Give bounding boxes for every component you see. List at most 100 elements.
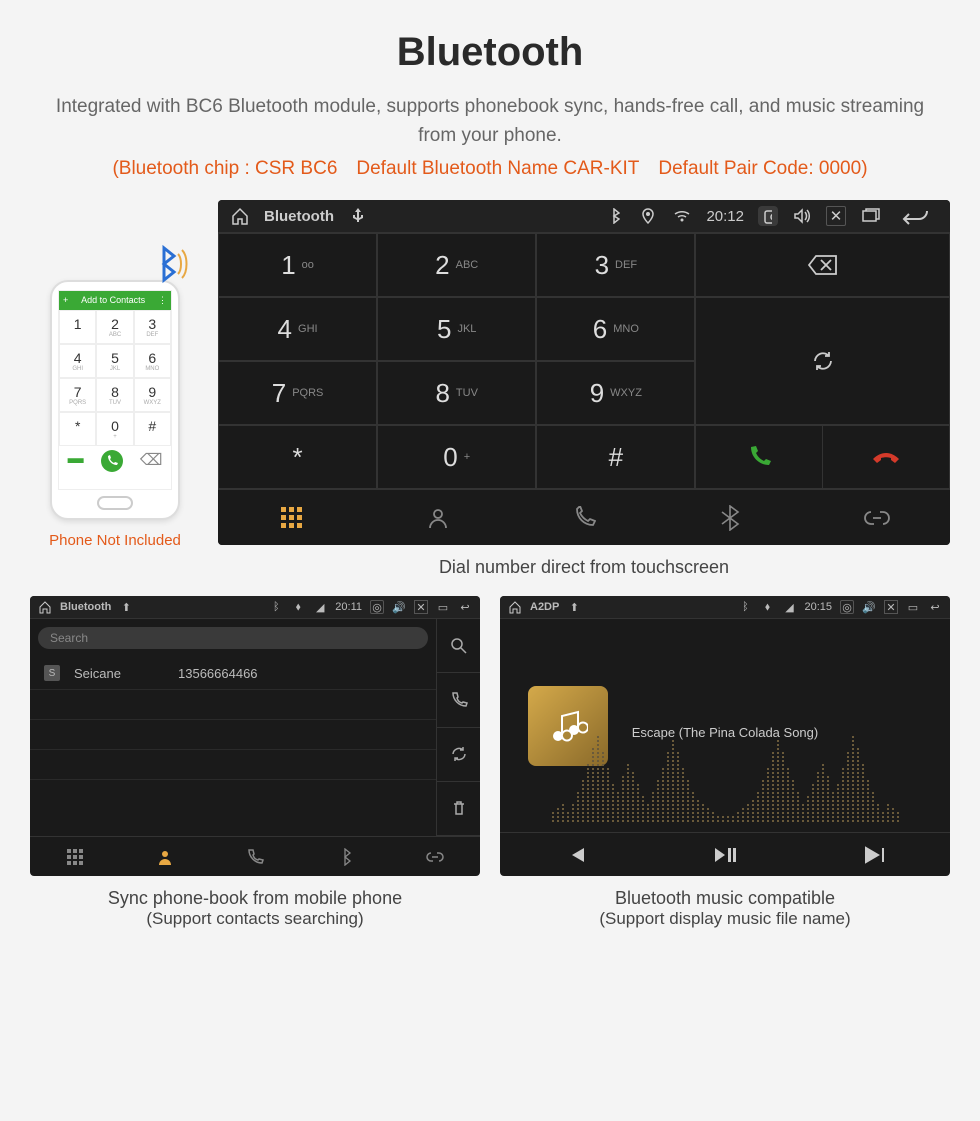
back-icon[interactable]: ↩ [458,600,472,614]
phonebook-statusbar: Bluetooth ⬆ ᛒ ⬧ ◢ 20:11 ◎ 🔊 ✕ ▭ ↩ [30,596,480,619]
dial-key-9[interactable]: 9WXYZ [536,361,695,425]
empty-row [30,750,436,780]
phone-key: 5JKL [96,344,133,378]
close-app-icon[interactable]: ✕ [414,600,428,614]
dial-key-3[interactable]: 3DEF [536,233,695,297]
recent-apps-icon[interactable]: ▭ [906,600,920,614]
phone-key: 6MNO [134,344,171,378]
phone-key: 3DEF [134,310,171,344]
phone-icon [246,848,264,866]
dial-key-8[interactable]: 8TUV [377,361,536,425]
link-icon [425,850,445,864]
recent-apps-icon[interactable]: ▭ [436,600,450,614]
screenshot-icon[interactable] [758,206,778,226]
clock: 20:11 [335,601,362,613]
home-icon[interactable] [508,600,522,614]
dial-key-5[interactable]: 5JKL [377,297,536,361]
phone-icon [572,506,596,530]
prev-icon [564,846,586,864]
tab-bluetooth[interactable] [657,489,803,545]
clock: 20:15 [804,601,832,613]
tab-call-log[interactable] [511,489,657,545]
app-title: A2DP [530,601,559,613]
backspace-icon [808,254,838,276]
home-icon[interactable] [230,206,250,226]
clock: 20:12 [706,208,744,225]
close-app-icon[interactable]: ✕ [826,206,846,226]
tab-bluetooth[interactable] [300,836,390,876]
usb-icon: ⬆ [119,600,133,614]
dial-key-2[interactable]: 2ABC [377,233,536,297]
call-button[interactable] [436,673,480,727]
contact-name: Seicane [74,666,164,681]
empty-row [30,720,436,750]
call-controls [695,425,950,489]
dial-key-6[interactable]: 6MNO [536,297,695,361]
caption-line1: Sync phone-book from mobile phone [108,888,402,908]
tab-dialpad[interactable] [30,836,120,876]
backspace-button[interactable] [695,233,950,297]
phone-key: 7PQRS [59,378,96,412]
back-icon[interactable]: ↩ [928,600,942,614]
phone-mock: + Add to Contacts ⋮ 12ABC3DEF4GHI5JKL6MN… [50,280,180,520]
tab-contacts[interactable] [364,489,510,545]
play-pause-icon [713,846,737,864]
bluetooth-icon [338,848,352,866]
dial-key-0[interactable]: 0+ [377,425,536,489]
phone-key: 0+ [96,412,133,446]
volume-icon[interactable]: 🔊 [392,600,406,614]
tab-call-log[interactable] [210,836,300,876]
prev-button[interactable] [500,832,650,876]
dial-key-*[interactable]: * [218,425,377,489]
phone-key: 8TUV [96,378,133,412]
dial-key-4[interactable]: 4GHI [218,297,377,361]
phone-key: 2ABC [96,310,133,344]
volume-icon[interactable]: 🔊 [862,600,876,614]
recent-apps-icon[interactable] [860,206,880,226]
phone-header-text: Add to Contacts [81,295,145,306]
headunit-phonebook: Bluetooth ⬆ ᛒ ⬧ ◢ 20:11 ◎ 🔊 ✕ ▭ ↩ Search… [30,596,480,876]
tab-pair[interactable] [390,836,480,876]
contact-row[interactable]: S Seicane 13566664466 [30,657,436,690]
next-button[interactable] [800,832,950,876]
back-icon[interactable] [894,206,938,226]
home-icon[interactable] [38,600,52,614]
delete-button[interactable] [436,782,480,836]
headunit-statusbar: Bluetooth 20:12 ✕ [218,200,950,233]
location-icon [638,206,658,226]
usb-icon [348,206,368,226]
refresh-icon [450,745,468,763]
phone-answer-icon [746,444,772,470]
phone-video-icon: ▬ [68,450,84,472]
bluetooth-signal-icon [152,244,192,289]
person-icon [426,506,450,530]
tab-dialpad[interactable] [218,489,364,545]
call-button[interactable] [696,426,822,488]
close-app-icon[interactable]: ✕ [884,600,898,614]
phone-key: 1 [59,310,96,344]
volume-icon[interactable] [792,206,812,226]
tab-contacts[interactable] [120,836,210,876]
trash-icon [450,799,468,817]
dial-key-1[interactable]: 1oo [218,233,377,297]
search-icon [450,637,468,655]
dial-key-#[interactable]: # [536,425,695,489]
dial-key-7[interactable]: 7PQRS [218,361,377,425]
phone-header-plus: + [63,295,68,306]
tab-pair[interactable] [804,489,950,545]
phone-hangup-icon [871,447,901,467]
screenshot-icon[interactable]: ◎ [370,600,384,614]
screenshot-icon[interactable]: ◎ [840,600,854,614]
search-button[interactable] [436,619,480,673]
dialpad-icon [67,849,83,865]
link-icon [863,508,891,528]
next-icon [864,846,886,864]
hangup-button[interactable] [823,426,949,488]
sync-button[interactable] [436,728,480,782]
play-pause-button[interactable] [650,832,800,876]
phone-caption: Phone Not Included [30,532,200,549]
empty-row [30,690,436,720]
subtitle: Integrated with BC6 Bluetooth module, su… [40,93,940,150]
redial-button[interactable] [695,297,950,425]
search-input[interactable]: Search [38,627,428,649]
